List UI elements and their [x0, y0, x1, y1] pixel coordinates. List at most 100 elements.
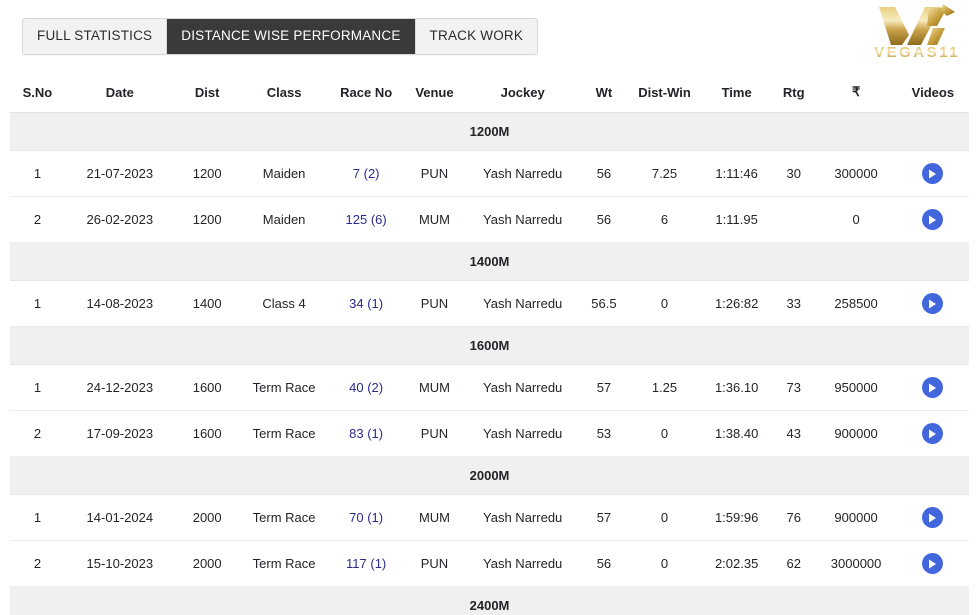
performance-table: S.No Date Dist Class Race No Venue Jocke… [10, 80, 969, 615]
column-header-prize-rupee: ₹ [815, 80, 896, 113]
cell-video [897, 151, 969, 197]
cell-sno: 1 [10, 495, 65, 541]
cell-dist: 2000 [175, 541, 240, 587]
cell-prize: 950000 [815, 365, 896, 411]
play-icon[interactable] [922, 209, 943, 230]
cell-wt: 56 [580, 541, 627, 587]
column-header-race-no: Race No [329, 80, 404, 113]
distance-group-label: 2400M [10, 587, 969, 615]
race-no-link[interactable]: 117 (1) [346, 556, 386, 571]
table-row: 121-07-20231200Maiden7 (2)PUNYash Narred… [10, 151, 969, 197]
cell-time: 1:11.95 [701, 197, 772, 243]
cell-video [897, 411, 969, 457]
cell-time: 2:02.35 [701, 541, 772, 587]
cell-dist-win: 0 [628, 411, 702, 457]
race-no-link[interactable]: 7 (2) [353, 166, 380, 181]
table-row: 217-09-20231600Term Race83 (1)PUNYash Na… [10, 411, 969, 457]
cell-prize: 300000 [815, 151, 896, 197]
table-row: 114-01-20242000Term Race70 (1)MUMYash Na… [10, 495, 969, 541]
cell-jockey: Yash Narredu [465, 281, 580, 327]
cell-wt: 57 [580, 495, 627, 541]
cell-dist-win: 0 [628, 281, 702, 327]
cell-class: Term Race [240, 541, 329, 587]
race-no-link[interactable]: 34 (1) [349, 296, 383, 311]
cell-class: Term Race [240, 411, 329, 457]
cell-rtg: 73 [772, 365, 816, 411]
table-row: 124-12-20231600Term Race40 (2)MUMYash Na… [10, 365, 969, 411]
race-no-link[interactable]: 40 (2) [349, 380, 383, 395]
cell-video [897, 365, 969, 411]
cell-video [897, 197, 969, 243]
page-root: VEGAS11 FULL STATISTICS DISTANCE WISE PE… [0, 0, 979, 615]
column-header-venue: Venue [404, 80, 465, 113]
cell-race-no: 125 (6) [329, 197, 404, 243]
header-row: S.No Date Dist Class Race No Venue Jocke… [10, 80, 969, 113]
cell-date: 15-10-2023 [65, 541, 175, 587]
cell-race-no: 117 (1) [329, 541, 404, 587]
cell-date: 21-07-2023 [65, 151, 175, 197]
cell-jockey: Yash Narredu [465, 151, 580, 197]
column-header-videos: Videos [897, 80, 969, 113]
cell-time: 1:38.40 [701, 411, 772, 457]
cell-video [897, 541, 969, 587]
play-icon[interactable] [922, 423, 943, 444]
column-header-wt: Wt [580, 80, 627, 113]
brand-logo: VEGAS11 [863, 2, 971, 68]
vegas11-v-logo-icon [871, 2, 963, 46]
distance-wise-performance-table-container: S.No Date Dist Class Race No Venue Jocke… [10, 80, 969, 615]
cell-race-no: 7 (2) [329, 151, 404, 197]
cell-wt: 53 [580, 411, 627, 457]
distance-group-label: 1400M [10, 243, 969, 281]
cell-venue: PUN [404, 411, 465, 457]
cell-prize: 0 [815, 197, 896, 243]
race-no-link[interactable]: 83 (1) [349, 426, 383, 441]
play-icon[interactable] [922, 507, 943, 528]
cell-sno: 2 [10, 197, 65, 243]
cell-race-no: 40 (2) [329, 365, 404, 411]
table-header: S.No Date Dist Class Race No Venue Jocke… [10, 80, 969, 113]
distance-group-header: 2000M [10, 457, 969, 495]
cell-sno: 1 [10, 365, 65, 411]
cell-time: 1:59:96 [701, 495, 772, 541]
cell-rtg [772, 197, 816, 243]
cell-rtg: 76 [772, 495, 816, 541]
cell-date: 14-01-2024 [65, 495, 175, 541]
distance-group-label: 1600M [10, 327, 969, 365]
tab-track-work[interactable]: TRACK WORK [416, 19, 538, 54]
play-icon[interactable] [922, 293, 943, 314]
column-header-jockey: Jockey [465, 80, 580, 113]
cell-sno: 1 [10, 281, 65, 327]
cell-time: 1:26:82 [701, 281, 772, 327]
cell-dist: 1200 [175, 151, 240, 197]
cell-rtg: 30 [772, 151, 816, 197]
cell-venue: PUN [404, 541, 465, 587]
cell-class: Term Race [240, 495, 329, 541]
cell-sno: 2 [10, 411, 65, 457]
cell-race-no: 34 (1) [329, 281, 404, 327]
cell-wt: 56.5 [580, 281, 627, 327]
column-header-time: Time [701, 80, 772, 113]
column-header-dist-win: Dist-Win [628, 80, 702, 113]
cell-dist: 1600 [175, 365, 240, 411]
cell-date: 24-12-2023 [65, 365, 175, 411]
play-icon[interactable] [922, 163, 943, 184]
tab-distance-wise-performance[interactable]: DISTANCE WISE PERFORMANCE [167, 19, 415, 54]
table-row: 226-02-20231200Maiden125 (6)MUMYash Narr… [10, 197, 969, 243]
tab-bar: FULL STATISTICS DISTANCE WISE PERFORMANC… [22, 18, 538, 55]
cell-venue: MUM [404, 365, 465, 411]
race-no-link[interactable]: 125 (6) [346, 212, 387, 227]
table-row: 114-08-20231400Class 434 (1)PUNYash Narr… [10, 281, 969, 327]
play-icon[interactable] [922, 553, 943, 574]
cell-sno: 1 [10, 151, 65, 197]
race-no-link[interactable]: 70 (1) [349, 510, 383, 525]
cell-time: 1:11:46 [701, 151, 772, 197]
tab-full-statistics[interactable]: FULL STATISTICS [23, 19, 167, 54]
table-body: 1200M121-07-20231200Maiden7 (2)PUNYash N… [10, 113, 969, 615]
cell-dist: 1400 [175, 281, 240, 327]
cell-dist-win: 0 [628, 541, 702, 587]
cell-video [897, 281, 969, 327]
cell-venue: MUM [404, 197, 465, 243]
cell-wt: 56 [580, 151, 627, 197]
play-icon[interactable] [922, 377, 943, 398]
cell-dist-win: 0 [628, 495, 702, 541]
